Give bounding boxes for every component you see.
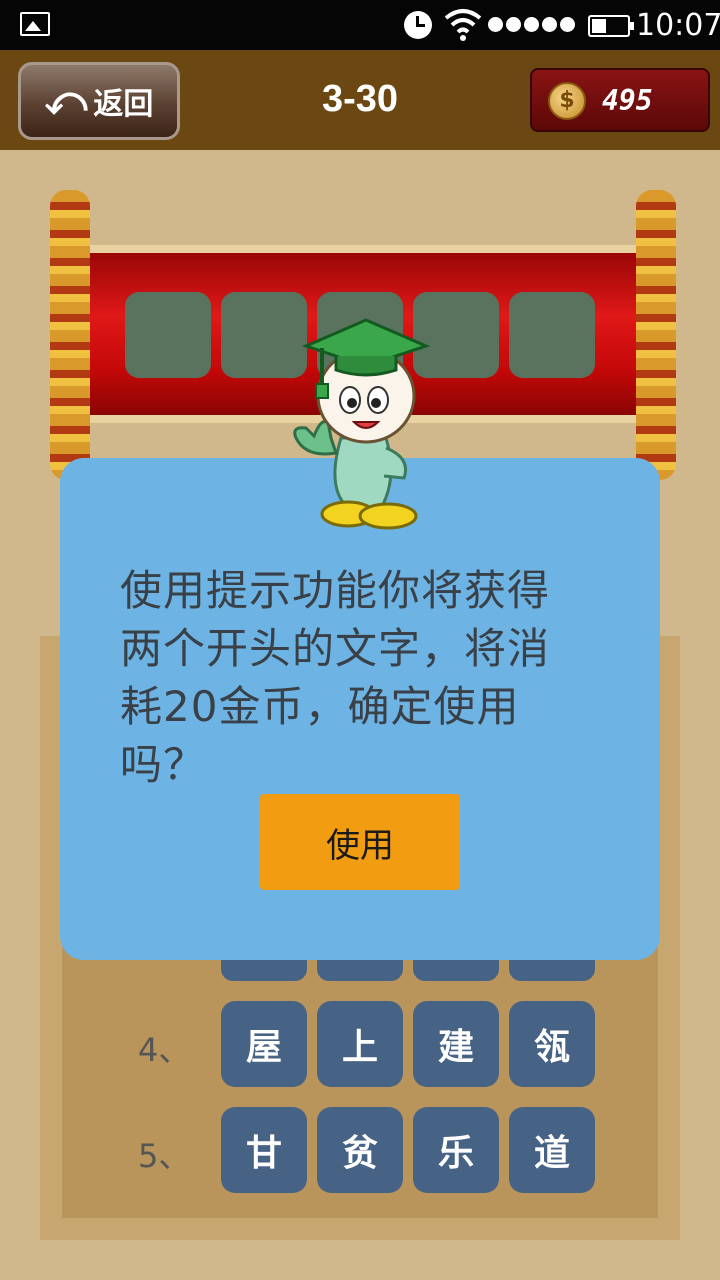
board-row: 甘 贫 乐 道 <box>221 1107 595 1193</box>
scroll-rod-left <box>50 190 90 480</box>
word-tile[interactable]: 乐 <box>413 1107 499 1193</box>
battery-icon <box>588 15 634 37</box>
coin-count: 495 <box>602 84 653 117</box>
board-row: 屋 上 建 瓴 <box>221 1001 595 1087</box>
game-header: ⤺ 返回 3-30 $ 495 <box>0 50 720 150</box>
coin-counter[interactable]: $ 495 <box>530 68 710 132</box>
back-label: 返回 <box>93 87 154 122</box>
word-tile[interactable]: 上 <box>317 1001 403 1087</box>
answer-slot[interactable] <box>125 292 211 378</box>
gallery-notification-icon <box>20 12 50 36</box>
word-tile[interactable]: 瓴 <box>509 1001 595 1087</box>
clock-time: 10:07 <box>636 8 720 43</box>
use-hint-button[interactable]: 使用 <box>260 794 460 890</box>
signal-icon <box>488 17 575 32</box>
back-button[interactable]: ⤺ 返回 <box>18 62 180 140</box>
wifi-icon <box>444 9 482 41</box>
hint-dialog: 使用提示功能你将获得两个开头的文字，将消耗20金币，确定使用吗？ 使用 <box>60 458 660 960</box>
status-bar: 10:07 <box>0 0 720 50</box>
level-title: 3-30 <box>321 78 399 120</box>
word-tile[interactable]: 贫 <box>317 1107 403 1193</box>
answer-slot[interactable] <box>509 292 595 378</box>
alarm-icon <box>404 11 432 39</box>
row-number: 4、 <box>138 1031 191 1069</box>
word-tile[interactable]: 建 <box>413 1001 499 1087</box>
word-tile[interactable]: 道 <box>509 1107 595 1193</box>
coin-icon: $ <box>548 82 586 120</box>
word-tile[interactable]: 屋 <box>221 1001 307 1087</box>
back-arrow-icon: ⤺ <box>44 78 88 124</box>
mascot-character <box>293 318 431 530</box>
word-tile[interactable]: 甘 <box>221 1107 307 1193</box>
row-number: 5、 <box>138 1137 191 1175</box>
dialog-message: 使用提示功能你将获得两个开头的文字，将消耗20金币，确定使用吗？ <box>120 566 551 789</box>
scroll-rod-right <box>636 190 676 480</box>
